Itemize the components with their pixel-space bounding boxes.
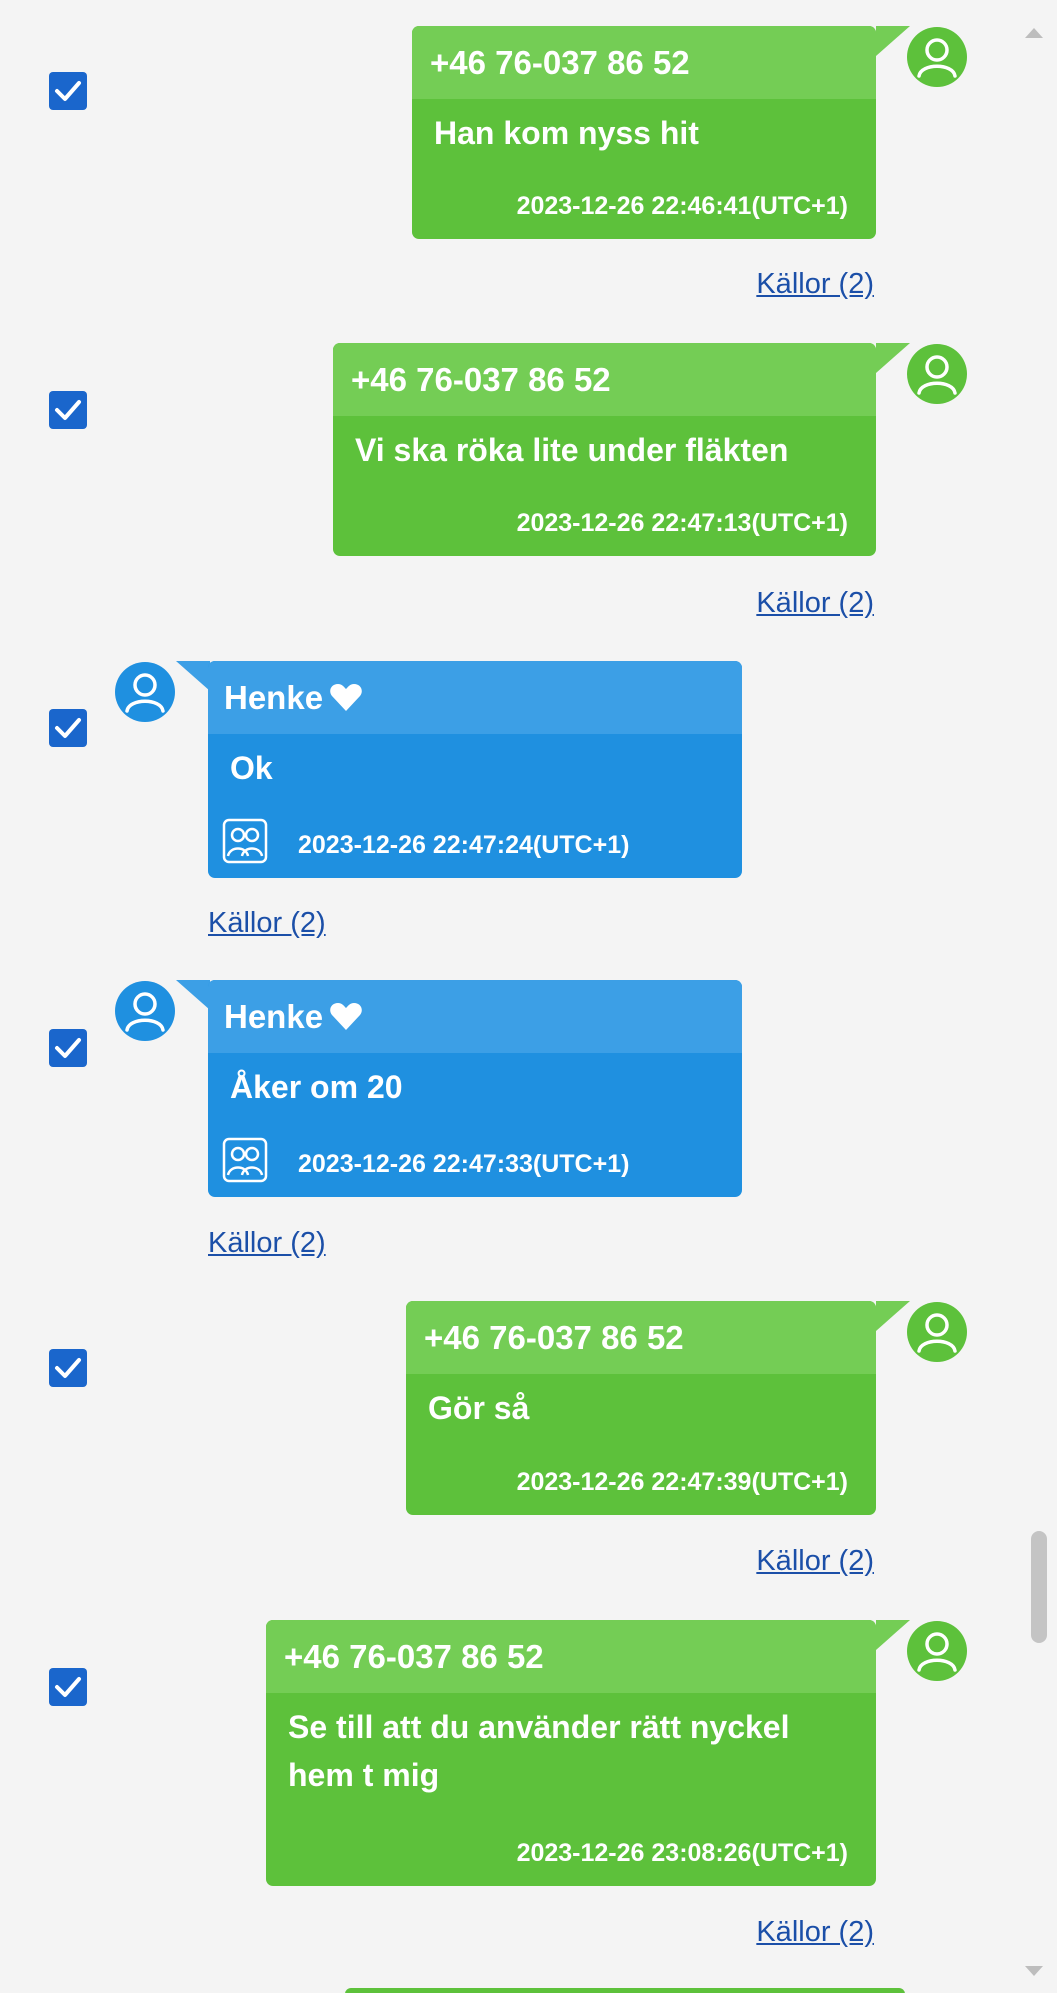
sender-name: +46 76-037 86 52 xyxy=(333,343,876,416)
message-timestamp: 2023-12-26 22:47:13(UTC+1) xyxy=(516,509,848,537)
message-bubble: +46 76-037 86 52 Han kom nyss hit 2023-1… xyxy=(412,26,876,239)
message-text: Vi ska röka lite under fläkten xyxy=(355,432,789,468)
check-icon xyxy=(55,1038,81,1058)
sender-name: +46 76-037 86 52 xyxy=(406,1301,876,1374)
contact-avatar-icon xyxy=(115,981,175,1041)
check-icon xyxy=(55,1358,81,1378)
sender-name: +46 76-037 86 52 xyxy=(266,1620,876,1693)
sender-name: Henke xyxy=(224,678,324,716)
scroll-down-arrow-icon[interactable] xyxy=(1025,1966,1043,1976)
sources-link[interactable]: Källor (2) xyxy=(756,1545,874,1578)
sender-name: Henke xyxy=(224,997,324,1035)
select-checkbox[interactable] xyxy=(49,1668,87,1706)
check-icon xyxy=(55,81,81,101)
check-icon xyxy=(55,1677,81,1697)
message-text: Åker om 20 xyxy=(230,1069,403,1105)
contact-avatar-icon xyxy=(907,344,967,404)
scroll-up-arrow-icon[interactable] xyxy=(1025,28,1043,38)
message-timestamp: 2023-12-26 23:08:26(UTC+1) xyxy=(516,1839,848,1867)
select-checkbox[interactable] xyxy=(49,72,87,110)
message-bubble: +46 76-037 86 52 Vi ska röka lite under … xyxy=(333,343,876,556)
heart-icon xyxy=(330,683,362,711)
sources-link[interactable]: Källor (2) xyxy=(208,1227,326,1260)
sender-header: Henke xyxy=(208,980,742,1053)
select-checkbox[interactable] xyxy=(49,391,87,429)
select-checkbox[interactable] xyxy=(49,709,87,747)
chat-view: +46 76-037 86 52 Han kom nyss hit 2023-1… xyxy=(0,0,1057,1993)
message-timestamp: 2023-12-26 22:46:41(UTC+1) xyxy=(516,192,848,220)
sources-link[interactable]: Källor (2) xyxy=(208,907,326,940)
contact-avatar-icon xyxy=(115,662,175,722)
sender-header: Henke xyxy=(208,661,742,734)
bubble-tail xyxy=(876,343,910,373)
bubble-tail xyxy=(876,26,910,56)
message-bubble: +46 76-037 86 52 Gör så 2023-12-26 22:47… xyxy=(406,1301,876,1515)
check-icon xyxy=(55,400,81,420)
message-timestamp: 2023-12-26 22:47:33(UTC+1) xyxy=(298,1150,630,1178)
message-bubble: Henke Åker om 20 2023-12-26 22:47:33(UTC… xyxy=(208,980,742,1197)
group-chat-icon xyxy=(222,1137,268,1183)
group-chat-icon xyxy=(222,818,268,864)
message-bubble-partial xyxy=(345,1988,905,1993)
message-text: Se till att du använder rätt nyckel hem … xyxy=(288,1709,790,1793)
sender-name: +46 76-037 86 52 xyxy=(412,26,876,99)
heart-icon xyxy=(330,1002,362,1030)
sources-link[interactable]: Källor (2) xyxy=(756,1916,874,1949)
bubble-tail xyxy=(876,1620,910,1650)
check-icon xyxy=(55,718,81,738)
message-timestamp: 2023-12-26 22:47:39(UTC+1) xyxy=(516,1468,848,1496)
message-text: Ok xyxy=(230,750,273,786)
message-text: Gör så xyxy=(428,1390,530,1426)
contact-avatar-icon xyxy=(907,1621,967,1681)
contact-avatar-icon xyxy=(907,1302,967,1362)
message-timestamp: 2023-12-26 22:47:24(UTC+1) xyxy=(298,831,630,859)
bubble-tail xyxy=(176,661,210,691)
scrollbar-thumb[interactable] xyxy=(1031,1531,1047,1643)
message-text: Han kom nyss hit xyxy=(434,115,699,151)
sources-link[interactable]: Källor (2) xyxy=(756,587,874,620)
bubble-tail xyxy=(176,980,210,1010)
bubble-tail xyxy=(876,1301,910,1331)
sources-link[interactable]: Källor (2) xyxy=(756,268,874,301)
contact-avatar-icon xyxy=(907,27,967,87)
message-bubble: Henke Ok 2023-12-26 22:47:24(UTC+1) xyxy=(208,661,742,878)
select-checkbox[interactable] xyxy=(49,1349,87,1387)
select-checkbox[interactable] xyxy=(49,1029,87,1067)
message-bubble: +46 76-037 86 52 Se till att du använder… xyxy=(266,1620,876,1886)
